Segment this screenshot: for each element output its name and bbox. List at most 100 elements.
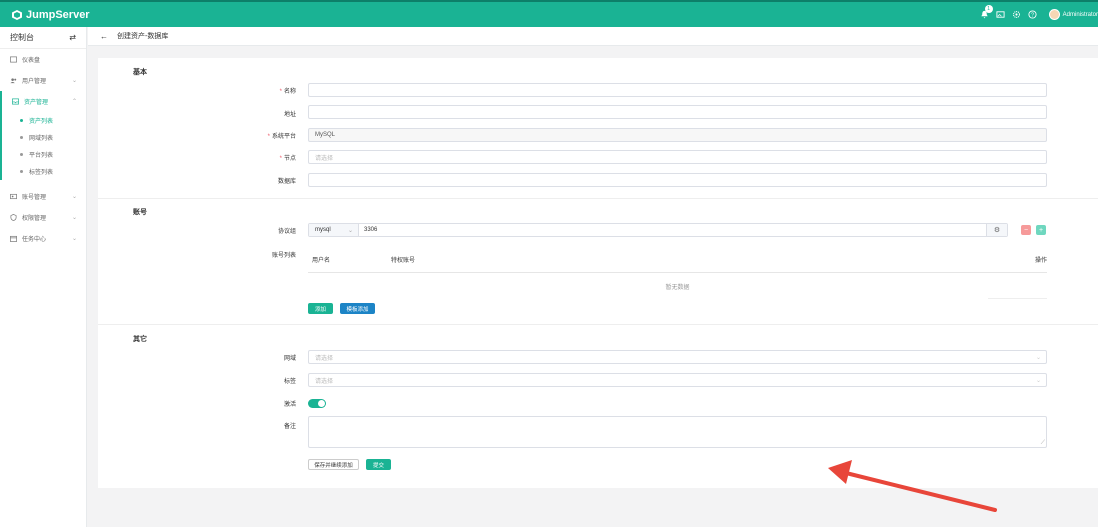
annotation-arrow-icon — [828, 460, 997, 512]
port-input[interactable]: 3306 — [359, 224, 986, 236]
labels-select[interactable]: 请选择 ⌄ — [308, 373, 1047, 387]
sidebar: 控制台 ⇄ 仪表盘 用户管理 ⌄ 资产管理 ⌃ 资产列表 网域列表 平台列表 标 — [0, 27, 87, 527]
brand-name: JumpServer — [26, 8, 90, 21]
account-icon — [9, 193, 17, 201]
sidebar-subitem-domain-list[interactable]: 网域列表 — [2, 129, 86, 146]
protocol-row: mysql ⌄ 3306 ⚙ — [308, 223, 1008, 237]
active-label: 激活 — [283, 402, 296, 408]
section-divider — [98, 324, 1098, 325]
domain-select[interactable]: 请选择 ⌄ — [308, 350, 1047, 364]
sidebar-group-assets: 资产管理 ⌃ 资产列表 网域列表 平台列表 标签列表 — [0, 91, 86, 180]
sidebar-subitem-label: 标签列表 — [29, 170, 54, 176]
sidebar-subitem-label: 网域列表 — [29, 136, 54, 142]
users-icon — [9, 77, 17, 85]
save-and-continue-button[interactable]: 保存并继续添加 — [308, 459, 359, 470]
labels-label: 标签 — [283, 379, 296, 385]
accounts-table-header: 用户名 特权账号 操作 — [308, 255, 1047, 273]
sidebar-item-label: 用户管理 — [22, 79, 47, 85]
protocol-settings-gear-icon[interactable]: ⚙ — [986, 224, 1007, 236]
sidebar-subitem-asset-list[interactable]: 资产列表 — [2, 112, 86, 129]
bullet-icon — [20, 170, 23, 173]
dashboard-icon — [9, 56, 17, 64]
sidebar-subitem-label: 资产列表 — [29, 119, 54, 125]
chevron-down-icon: ⌄ — [1035, 377, 1041, 384]
bullet-icon — [20, 136, 23, 139]
node-label: * 节点 — [279, 156, 296, 162]
sidebar-subitem-platform-list[interactable]: 平台列表 — [2, 146, 86, 163]
shield-icon — [9, 214, 17, 222]
sidebar-item-label: 账号管理 — [22, 195, 47, 201]
image-icon[interactable] — [993, 7, 1009, 23]
platform-value: MySQL — [315, 132, 336, 138]
chevron-down-icon: ⌄ — [347, 227, 353, 234]
protocol-select[interactable]: mysql ⌄ — [309, 224, 359, 236]
labels-placeholder: 请选择 — [315, 378, 334, 385]
resize-grip-icon[interactable]: ⟋ — [1041, 440, 1045, 446]
sidebar-item-assets[interactable]: 资产管理 ⌃ — [2, 91, 86, 112]
sidebar-item-dashboard[interactable]: 仪表盘 — [0, 49, 86, 70]
address-input[interactable] — [308, 105, 1047, 119]
inbox-icon — [11, 98, 19, 106]
domain-label: 网域 — [283, 356, 296, 362]
sidebar-item-label: 资产管理 — [24, 100, 49, 106]
sidebar-item-label: 任务中心 — [22, 237, 47, 243]
bell-icon[interactable]: 1 — [977, 4, 993, 23]
jumpserver-logo-icon — [12, 9, 22, 20]
username[interactable]: Administrator — [1063, 12, 1098, 18]
submit-button[interactable]: 提交 — [366, 459, 391, 470]
name-label: * 名称 — [279, 89, 296, 95]
comment-textarea[interactable]: ⟋ — [308, 416, 1047, 448]
avatar[interactable] — [1048, 9, 1060, 20]
protocol-label: 协议组 — [277, 229, 296, 235]
sidebar-item-accounts[interactable]: 账号管理 ⌄ — [0, 186, 86, 207]
section-title-basic: 基本 — [133, 69, 147, 76]
back-arrow-icon[interactable]: ← — [100, 32, 108, 41]
sidebar-subitem-label-list[interactable]: 标签列表 — [2, 163, 86, 180]
chevron-down-icon: ⌄ — [71, 215, 77, 221]
section-divider — [98, 198, 1098, 199]
sidebar-item-label: 仪表盘 — [22, 58, 41, 64]
database-label: 数据库 — [277, 179, 296, 185]
brand-logo[interactable]: JumpServer — [12, 9, 90, 21]
calendar-icon — [9, 235, 17, 243]
protocol-value: mysql — [315, 227, 331, 233]
page-header: ← 创建资产-数据库 — [88, 27, 1098, 46]
page-title: 创建资产-数据库 — [117, 33, 169, 40]
col-actions: 操作 — [1034, 258, 1047, 264]
toggle-knob — [318, 400, 325, 407]
divider — [988, 298, 1047, 299]
chevron-down-icon: ⌄ — [1035, 354, 1041, 361]
node-placeholder: 请选择 — [315, 155, 334, 162]
chevron-down-icon: ⌄ — [71, 78, 77, 84]
address-label: 地址 — [283, 112, 296, 118]
sidebar-item-permissions[interactable]: 权限管理 ⌄ — [0, 207, 86, 228]
console-switcher[interactable]: 控制台 ⇄ — [0, 27, 86, 49]
platform-label: * 系统平台 — [267, 134, 296, 140]
col-privileged: 特权账号 — [391, 258, 416, 264]
console-label: 控制台 — [10, 33, 34, 42]
notification-badge: 1 — [984, 4, 993, 13]
name-input[interactable] — [308, 83, 1047, 97]
sidebar-item-tasks[interactable]: 任务中心 ⌄ — [0, 228, 86, 249]
sidebar-item-label: 权限管理 — [22, 216, 47, 222]
template-add-button[interactable]: 模板添加 — [340, 303, 375, 314]
empty-text: 暂无数据 — [665, 285, 690, 291]
comment-label: 备注 — [283, 424, 296, 430]
gear-icon[interactable] — [1009, 7, 1025, 23]
bullet-icon — [20, 153, 23, 156]
section-title-account: 账号 — [133, 209, 147, 216]
remove-protocol-button[interactable]: − — [1021, 225, 1031, 235]
database-input[interactable] — [308, 173, 1047, 187]
node-select[interactable]: 请选择 — [308, 150, 1047, 164]
help-icon[interactable]: ? — [1025, 7, 1041, 23]
switch-icon[interactable]: ⇄ — [69, 33, 76, 42]
active-toggle[interactable] — [308, 399, 326, 408]
add-account-button[interactable]: 添加 — [308, 303, 333, 314]
sidebar-item-users[interactable]: 用户管理 ⌄ — [0, 70, 86, 91]
chevron-up-icon: ⌃ — [71, 99, 77, 105]
port-value: 3306 — [364, 227, 378, 233]
platform-field[interactable]: MySQL — [308, 128, 1047, 142]
svg-text:?: ? — [1031, 12, 1034, 18]
domain-placeholder: 请选择 — [315, 355, 334, 362]
add-protocol-button[interactable]: + — [1036, 225, 1046, 235]
